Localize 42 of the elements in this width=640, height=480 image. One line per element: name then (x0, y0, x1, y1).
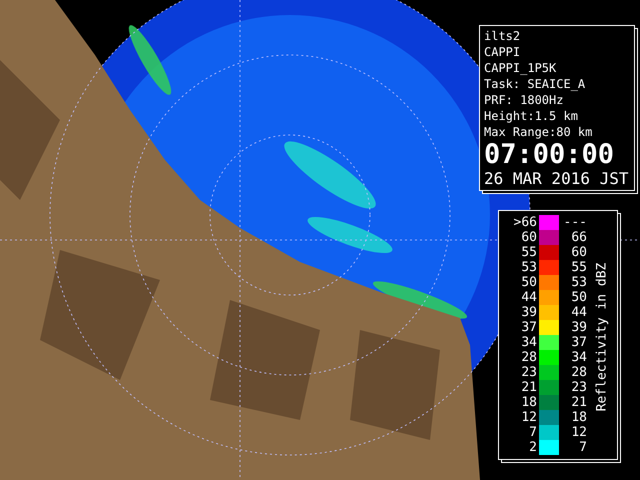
legend-label: 2 (528, 440, 537, 455)
legend-label: 12 (570, 425, 587, 440)
time-text: 07:00:00 (484, 140, 616, 169)
info-text: PRF: 1800Hz (484, 92, 564, 108)
legend-label: 7 (578, 440, 587, 455)
legend-label: 44 (570, 305, 587, 320)
legend-label: 7 (528, 425, 537, 440)
date-text: 26 MAR 2016 JST (484, 169, 630, 188)
legend-label: 53 (570, 275, 587, 290)
legend-label: 37 (570, 335, 587, 350)
legend-label: 34 (570, 350, 587, 365)
legend-label: 39 (570, 320, 587, 335)
legend-label: 28 (570, 365, 587, 380)
legend-label: 60 (520, 230, 537, 245)
legend-label: 60 (570, 245, 587, 260)
legend-label: 66 (570, 230, 587, 245)
legend-label: 12 (520, 410, 537, 425)
legend-label: 21 (520, 380, 537, 395)
info-text: Height:1.5 km (484, 108, 579, 124)
legend-label: 39 (520, 305, 537, 320)
info-text: Task: SEAICE_A (484, 76, 586, 92)
legend-label: 18 (520, 395, 537, 410)
legend-label: 44 (520, 290, 537, 305)
legend-title: Reflectivity in dBZ (594, 262, 610, 412)
legend-label: 21 (570, 395, 587, 410)
legend-label: 50 (570, 290, 587, 305)
legend-label: 23 (520, 365, 537, 380)
legend-label: 37 (520, 320, 537, 335)
legend-label: --- (563, 215, 587, 230)
info-text: CAPPI_1P5K (484, 60, 558, 76)
legend-label: 55 (570, 260, 587, 275)
legend-label: 23 (570, 380, 587, 395)
legend-label: 18 (570, 410, 587, 425)
info-text: Max Range:80 km (484, 124, 594, 140)
legend-label: 53 (520, 260, 537, 275)
legend-label: 34 (520, 335, 537, 350)
legend-label: 55 (520, 245, 537, 260)
info-text: CAPPI (484, 44, 522, 60)
legend-label: >66 (512, 215, 537, 230)
info-text: ilts2 (484, 28, 522, 44)
legend-label: 50 (520, 275, 537, 290)
legend-label: 28 (520, 350, 537, 365)
